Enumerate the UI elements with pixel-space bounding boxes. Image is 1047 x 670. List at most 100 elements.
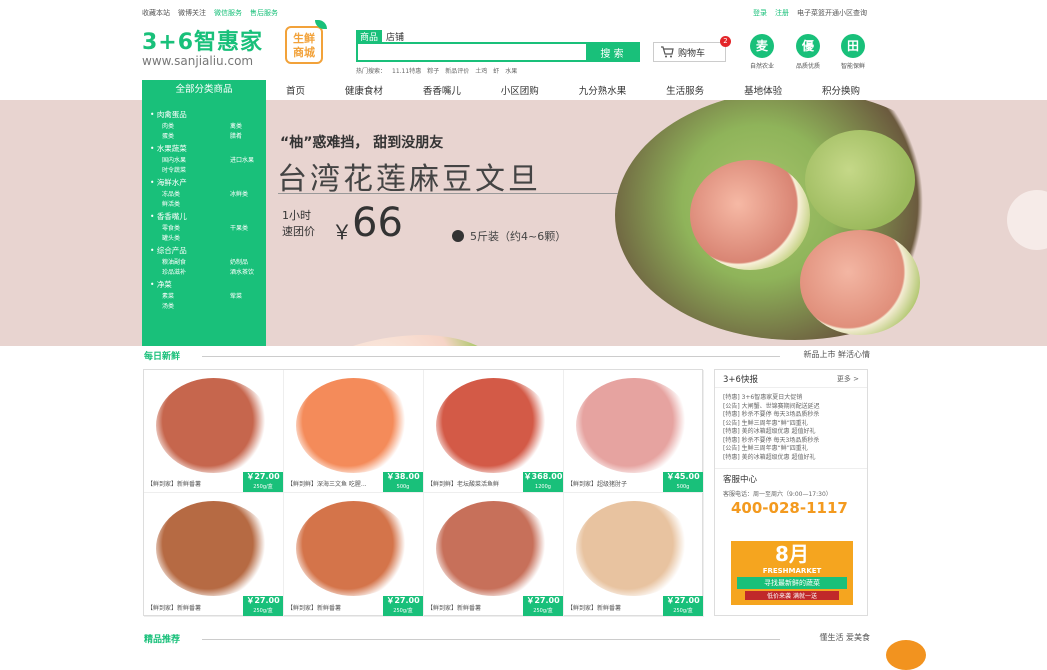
topbar-link[interactable]: 微博关注 bbox=[178, 8, 206, 18]
topbar-link[interactable]: 售后服务 bbox=[250, 8, 278, 18]
menu-subcategory[interactable]: 汤类 bbox=[162, 301, 230, 310]
section-daily-header: 每日新鲜 新品上市 鲜活心情 bbox=[142, 349, 880, 363]
nav-item[interactable]: 小区团购 bbox=[501, 83, 539, 97]
nav-item[interactable]: 基地体验 bbox=[744, 83, 782, 97]
menu-category[interactable]: 水果蔬菜 bbox=[150, 143, 258, 154]
news-item[interactable]: [特惠] 美的冰箱超级优惠 超值好礼 bbox=[723, 428, 859, 437]
fresh-badge-line1: 生鲜 bbox=[293, 32, 315, 45]
menu-subcategory[interactable]: 罐头类 bbox=[162, 233, 230, 242]
tab-shops[interactable]: 店铺 bbox=[382, 30, 408, 43]
banner-price-label: 1小时 速团价 bbox=[282, 208, 315, 240]
product-card[interactable]: 【鲜到家】超级猪肘子 ￥45.00 500g bbox=[564, 370, 704, 493]
hot-search-link[interactable]: 水果 bbox=[505, 66, 517, 75]
menu-subcategory[interactable]: 零食类 bbox=[162, 223, 230, 232]
site-logo[interactable]: 3+6智惠家 www.sanjialiu.com bbox=[142, 24, 282, 72]
cart-icon bbox=[661, 46, 674, 58]
menu-subcategory[interactable]: 素菜 bbox=[162, 291, 230, 300]
news-item[interactable]: [公告] 生鲜三周年惠“鲜”四重礼 bbox=[723, 420, 859, 429]
menu-subcategory[interactable]: 荤菜 bbox=[230, 291, 270, 300]
product-name: 【鲜到鲜】深海三文鱼 吃腥... bbox=[287, 481, 367, 488]
topbar-link[interactable]: 收藏本站 bbox=[142, 8, 170, 18]
nav-item[interactable]: 香香嘴儿 bbox=[423, 83, 461, 97]
menu-subcategory[interactable]: 进口水果 bbox=[230, 155, 270, 164]
hot-search-link[interactable]: 11.11特惠 bbox=[392, 66, 421, 75]
nav-item[interactable]: 健康食材 bbox=[345, 83, 383, 97]
menu-category[interactable]: 海鲜水产 bbox=[150, 177, 258, 188]
news-item[interactable]: [特惠] 秒杀不要停 每天3场品质秒杀 bbox=[723, 411, 859, 420]
feature-natural[interactable]: 麦 自然农业 bbox=[742, 34, 782, 70]
news-list: [特惠] 3+6智惠家夏日大促销 [公告] 大闸蟹、世锦赛期间配送延迟 [特惠] 秒… bbox=[715, 388, 867, 468]
nav-item[interactable]: 首页 bbox=[286, 83, 305, 97]
news-item[interactable]: [公告] 大闸蟹、世锦赛期间配送延迟 bbox=[723, 403, 859, 412]
menu-subcategory[interactable]: 冻品类 bbox=[162, 189, 230, 198]
banner-currency: ￥ bbox=[332, 220, 352, 244]
all-categories-button[interactable]: 全部分类商品 bbox=[142, 80, 266, 100]
menu-subcategory[interactable]: 禽类 bbox=[230, 121, 270, 130]
promo-ad[interactable]: 8月 FRESHMARKET 寻找最新鲜的蔬菜 低价来袭 满就一送 bbox=[731, 541, 853, 605]
product-unit: 250g/盒 bbox=[673, 608, 693, 614]
hot-search-link[interactable]: 粽子 bbox=[427, 66, 439, 75]
menu-category[interactable]: 肉禽蛋品 bbox=[150, 109, 258, 120]
hot-search-link[interactable]: 新品评价 bbox=[445, 66, 469, 75]
service-hours: 客服电话：周一至周六（9:00—17:30） bbox=[723, 491, 832, 498]
floating-widget[interactable] bbox=[886, 640, 926, 670]
menu-subcategory[interactable]: 鲜活类 bbox=[162, 199, 230, 208]
menu-category[interactable]: 综合产品 bbox=[150, 245, 258, 256]
topbar-link[interactable]: 电子菜篮开通小区查询 bbox=[797, 8, 867, 18]
banner-divider bbox=[278, 193, 618, 194]
menu-subcategory[interactable]: 肉类 bbox=[162, 121, 230, 130]
product-card[interactable]: 【鲜到家】新鲜番薯 ￥27.00 250g/盒 bbox=[424, 493, 564, 617]
menu-subcategory[interactable]: 冰鲜类 bbox=[230, 189, 270, 198]
top-bar: 收藏本站 微博关注 微信服务 售后服务 登录 注册 电子菜篮开通小区查询 bbox=[0, 0, 1047, 20]
menu-subcategory[interactable]: 酒水茶饮 bbox=[230, 267, 270, 276]
fresh-badge-line2: 商城 bbox=[293, 46, 315, 59]
feature-quality[interactable]: 優 品质优质 bbox=[788, 34, 828, 70]
hot-search-link[interactable]: 虾 bbox=[493, 66, 499, 75]
news-item[interactable]: [特惠] 秒杀不要停 每天3场品质秒杀 bbox=[723, 437, 859, 446]
menu-category[interactable]: 香香嘴儿 bbox=[150, 211, 258, 222]
topbar-link[interactable]: 登录 bbox=[753, 8, 767, 18]
news-item[interactable]: [公告] 生鲜三周年惠“鲜”四重礼 bbox=[723, 445, 859, 454]
search-input[interactable] bbox=[358, 44, 586, 60]
topbar-link[interactable]: 微信服务 bbox=[214, 8, 242, 18]
menu-subcategory[interactable]: 蛋类 bbox=[162, 131, 230, 140]
product-price: ￥38.00 bbox=[386, 472, 420, 481]
cart-button[interactable]: 购物车 2 bbox=[653, 36, 731, 62]
nav-item[interactable]: 积分换购 bbox=[822, 83, 860, 97]
product-unit: 500g bbox=[676, 484, 690, 490]
product-card[interactable]: 【鲜到家】新鲜番薯 ￥27.00 250g/盒 bbox=[144, 493, 284, 617]
topbar-link[interactable]: 注册 bbox=[775, 8, 789, 18]
nav-item[interactable]: 九分熟水果 bbox=[579, 83, 627, 97]
product-card[interactable]: 【鲜到家】新鲜番薯 ￥27.00 250g/盒 bbox=[144, 370, 284, 493]
nav-item[interactable]: 生活服务 bbox=[666, 83, 704, 97]
tab-goods[interactable]: 商品 bbox=[356, 30, 383, 43]
product-card[interactable]: 【鲜到鲜】深海三文鱼 吃腥... ￥38.00 500g bbox=[284, 370, 424, 493]
ad-slogan: 寻找最新鲜的蔬菜 bbox=[737, 577, 847, 589]
product-unit: 1200g bbox=[535, 484, 551, 490]
product-image bbox=[436, 501, 551, 596]
search-button[interactable]: 搜 索 bbox=[586, 44, 638, 60]
menu-subcategory[interactable]: 干果类 bbox=[230, 223, 270, 232]
price-tag: ￥27.00 250g/盒 bbox=[663, 596, 703, 616]
product-card[interactable]: 【鲜到家】新鲜番薯 ￥27.00 250g/盒 bbox=[284, 493, 424, 617]
hot-search-link[interactable]: 土鸡 bbox=[475, 66, 487, 75]
price-tag: ￥27.00 250g/盒 bbox=[243, 596, 283, 616]
menu-subcategory[interactable]: 腊肴 bbox=[230, 131, 270, 140]
menu-category[interactable]: 净菜 bbox=[150, 279, 258, 290]
menu-subcategory[interactable]: 珍品滋补 bbox=[162, 267, 230, 276]
ad-sub: 低价来袭 满就一送 bbox=[745, 591, 839, 600]
category-menu: 肉禽蛋品肉类禽类蛋类腊肴水果蔬菜国内水果进口水果时令蔬菜海鲜水产冻品类冰鲜类鲜活… bbox=[142, 100, 266, 346]
feature-fresh-keeping[interactable]: 田 智能保鲜 bbox=[833, 34, 873, 70]
news-item[interactable]: [特惠] 3+6智惠家夏日大促销 bbox=[723, 394, 859, 403]
news-item[interactable]: [特惠] 美的冰箱超级优惠 超值好礼 bbox=[723, 454, 859, 463]
product-card[interactable]: 【鲜到家】新鲜番薯 ￥27.00 250g/盒 bbox=[564, 493, 704, 617]
news-more-link[interactable]: 更多 > bbox=[837, 374, 859, 384]
section-subtitle: 懂生活 爱美食 bbox=[819, 633, 870, 642]
menu-subcategory[interactable]: 国内水果 bbox=[162, 155, 230, 164]
menu-subcategory[interactable]: 奶制品 bbox=[230, 257, 270, 266]
menu-subcategory[interactable]: 时令蔬菜 bbox=[162, 165, 230, 174]
banner-spec: 5斤装（约4~6颗） bbox=[452, 228, 566, 244]
product-card[interactable]: 【鲜到鲜】老坛酸菜活鱼鲜 ￥368.00 1200g bbox=[424, 370, 564, 493]
product-name: 【鲜到鲜】老坛酸菜活鱼鲜 bbox=[427, 481, 500, 488]
menu-subcategory[interactable]: 粮油副食 bbox=[162, 257, 230, 266]
